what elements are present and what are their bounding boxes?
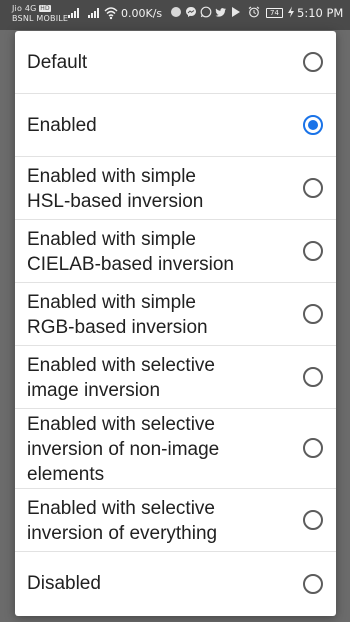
carrier-name-secondary: BSNL MOBILE bbox=[12, 14, 69, 23]
option-default[interactable]: Default bbox=[15, 31, 336, 94]
radio-button[interactable] bbox=[303, 52, 323, 72]
radio-button[interactable] bbox=[303, 367, 323, 387]
radio-button[interactable] bbox=[303, 178, 323, 198]
option-label: Enabled with selective image inversion bbox=[27, 355, 215, 401]
carrier-info: Jio 4G HD BSNL MOBILE bbox=[12, 4, 68, 24]
option-hsl-inversion[interactable]: Enabled with simple HSL-based inversion bbox=[15, 157, 336, 220]
radio-button[interactable] bbox=[303, 438, 323, 458]
twitter-icon bbox=[215, 8, 226, 17]
option-rgb-inversion[interactable]: Enabled with simple RGB-based inversion bbox=[15, 283, 336, 346]
selection-dialog: Default Enabled Enabled with simple HSL-… bbox=[15, 31, 336, 616]
radio-button[interactable] bbox=[303, 241, 323, 261]
battery-level: 74 bbox=[270, 9, 279, 17]
option-label: Enabled with selective inversion of non-… bbox=[27, 414, 220, 485]
option-selective-image-inversion[interactable]: Enabled with selective image inversion bbox=[15, 346, 336, 409]
status-bar: Jio 4G HD BSNL MOBILE 0.00K/s 74 5:10 PM bbox=[0, 0, 350, 30]
option-label: Enabled with simple HSL-based inversion bbox=[27, 166, 204, 212]
radio-button[interactable] bbox=[303, 304, 323, 324]
option-label: Enabled with simple CIELAB-based inversi… bbox=[27, 229, 234, 275]
signal-icon bbox=[68, 8, 82, 18]
option-label: Enabled bbox=[27, 115, 97, 136]
option-label: Disabled bbox=[27, 573, 101, 594]
option-cielab-inversion[interactable]: Enabled with simple CIELAB-based inversi… bbox=[15, 220, 336, 283]
network-speed: 0.00K/s bbox=[121, 7, 163, 20]
whatsapp-icon bbox=[200, 6, 212, 18]
carrier-name-primary: Jio 4G bbox=[12, 4, 37, 13]
wifi-icon bbox=[104, 7, 118, 20]
clock: 5:10 PM bbox=[297, 6, 344, 20]
radio-button[interactable] bbox=[303, 574, 323, 594]
option-selective-everything-inversion[interactable]: Enabled with selective inversion of ever… bbox=[15, 489, 336, 552]
messenger-icon bbox=[186, 7, 196, 17]
option-label: Enabled with simple RGB-based inversion bbox=[27, 292, 208, 338]
option-enabled[interactable]: Enabled bbox=[15, 94, 336, 157]
option-disabled[interactable]: Disabled bbox=[15, 552, 336, 616]
option-label: Enabled with selective inversion of ever… bbox=[27, 498, 218, 544]
option-selective-non-image-inversion[interactable]: Enabled with selective inversion of non-… bbox=[15, 409, 336, 489]
charging-icon bbox=[288, 6, 294, 18]
play-store-icon bbox=[232, 7, 240, 17]
battery-icon: 74 bbox=[266, 8, 283, 18]
circle-icon bbox=[171, 7, 181, 17]
option-label: Default bbox=[27, 52, 88, 73]
radio-button[interactable] bbox=[303, 510, 323, 530]
alarm-icon bbox=[248, 6, 260, 18]
signal-icon bbox=[88, 8, 102, 18]
hd-badge: HD bbox=[39, 5, 51, 12]
radio-button-selected[interactable] bbox=[303, 115, 323, 135]
